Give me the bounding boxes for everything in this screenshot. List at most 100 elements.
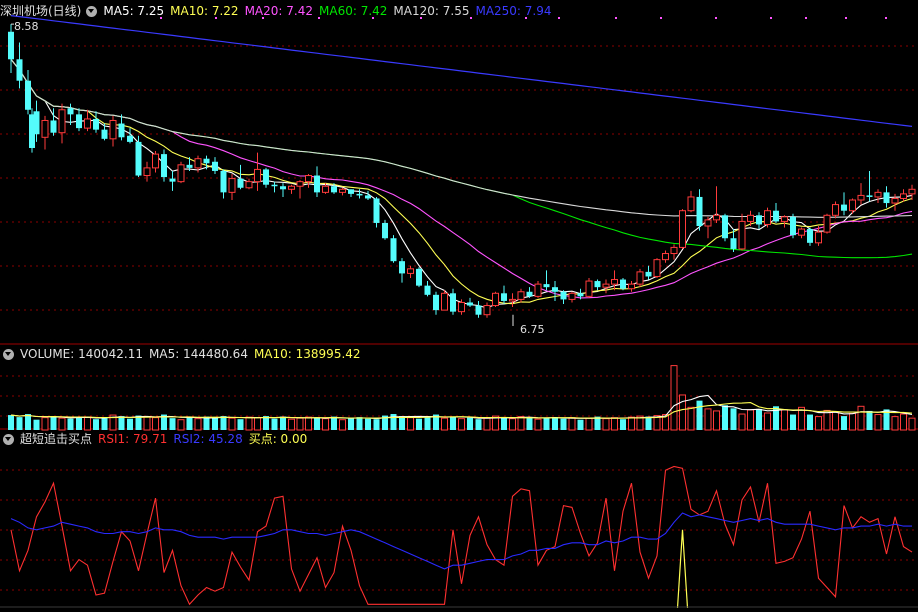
candle-body xyxy=(670,246,678,255)
volume-bar xyxy=(475,419,482,430)
candle-body xyxy=(577,293,584,297)
ma20-value: MA20: 7.42 xyxy=(244,4,313,18)
candle-body xyxy=(534,283,542,297)
candle-body xyxy=(908,188,916,195)
candle-body xyxy=(263,169,269,185)
volume-bar xyxy=(467,417,473,430)
volume-bar xyxy=(526,417,533,430)
volume-bar xyxy=(331,416,337,430)
volume-bar xyxy=(458,418,465,431)
volume-bar xyxy=(263,416,269,430)
candle-body xyxy=(356,193,363,196)
volume-bar xyxy=(305,416,312,431)
volume-bar xyxy=(33,419,40,430)
candle-body xyxy=(832,204,839,216)
volume-bar xyxy=(866,410,873,430)
volume-bar xyxy=(399,416,405,430)
candle-body xyxy=(696,196,703,226)
candle-body xyxy=(653,259,661,277)
volume-bar xyxy=(645,416,652,430)
volume-bar xyxy=(254,417,261,431)
volume-ma5-value: MA5: 144480.64 xyxy=(149,347,248,361)
candle-body xyxy=(501,293,507,301)
candle-body xyxy=(492,292,499,307)
volume-bar xyxy=(203,416,210,430)
candle-body xyxy=(773,210,779,222)
volume-bar xyxy=(841,416,847,430)
candle-body xyxy=(866,195,873,197)
candle-body xyxy=(458,301,465,313)
candle-body xyxy=(509,298,516,302)
volume-bar xyxy=(76,416,82,430)
candle-body xyxy=(450,293,456,312)
volume-bar xyxy=(25,414,31,430)
candle-body xyxy=(271,184,278,187)
volume-bar xyxy=(696,400,703,430)
candle-body xyxy=(288,185,295,190)
volume-bar xyxy=(177,419,185,431)
candle-body xyxy=(25,80,31,110)
candle-body xyxy=(237,178,244,188)
volume-bar xyxy=(186,417,193,430)
candle-body xyxy=(823,214,831,233)
indicator-name: 超短追击买点 xyxy=(20,432,93,446)
signal-dot xyxy=(660,17,662,19)
candle-body xyxy=(382,222,388,239)
candle-body xyxy=(475,305,482,315)
chevron-down-icon[interactable] xyxy=(3,433,14,445)
volume-bar xyxy=(585,417,593,431)
volume-bar xyxy=(280,416,286,430)
candle-body xyxy=(568,292,576,300)
candle-body xyxy=(220,170,227,193)
volume-bar xyxy=(348,418,354,430)
ma10-value: MA10: 7.22 xyxy=(170,4,239,18)
volume-bar xyxy=(568,417,576,431)
candle-body xyxy=(143,167,151,177)
candle-body xyxy=(296,181,304,187)
ma5-value: MA5: 7.25 xyxy=(103,4,165,18)
rsi2-value: RSI2: 45.28 xyxy=(173,432,243,446)
candle-body xyxy=(645,271,652,277)
stock-name: 深圳机场(日线) xyxy=(0,4,82,18)
volume-bar xyxy=(93,419,99,430)
volume-bar xyxy=(84,416,91,431)
volume-bar xyxy=(679,394,686,431)
candle-body xyxy=(730,238,737,249)
candle-body xyxy=(186,164,193,168)
volume-bar xyxy=(424,416,431,430)
candle-body xyxy=(467,302,473,306)
kline-chart-canvas[interactable] xyxy=(0,0,918,612)
candle-body xyxy=(399,261,405,274)
volume-bar xyxy=(16,417,23,430)
candle-body xyxy=(127,135,133,142)
chevron-down-icon[interactable] xyxy=(3,348,14,360)
ma60-value: MA60: 7.42 xyxy=(319,4,388,18)
candle-body xyxy=(41,119,49,138)
volume-bar xyxy=(101,418,108,430)
candle-body xyxy=(314,175,320,193)
candle-body xyxy=(662,253,669,261)
ma250-value: MA250: 7.94 xyxy=(475,4,552,18)
candle-body xyxy=(433,294,439,311)
volume-bar xyxy=(857,405,865,431)
volume-bar xyxy=(118,416,125,430)
volume-bar xyxy=(288,418,295,431)
candle-body xyxy=(602,283,610,288)
volume-bar xyxy=(245,416,253,431)
candle-body xyxy=(483,305,491,316)
candle-body xyxy=(687,196,695,212)
candle-body xyxy=(118,123,125,138)
candle-body xyxy=(67,108,74,115)
candle-body xyxy=(331,186,337,193)
signal-dot xyxy=(715,17,717,19)
volume-bar xyxy=(891,416,899,431)
candle-body xyxy=(16,59,23,81)
candle-body xyxy=(891,197,899,204)
volume-bar xyxy=(577,419,584,430)
volume-bar xyxy=(41,417,49,431)
volume-bar xyxy=(908,417,916,431)
chevron-down-icon[interactable] xyxy=(86,5,98,17)
volume-bar xyxy=(296,417,304,431)
volume-bar xyxy=(58,417,66,431)
volume-bar xyxy=(611,417,618,431)
